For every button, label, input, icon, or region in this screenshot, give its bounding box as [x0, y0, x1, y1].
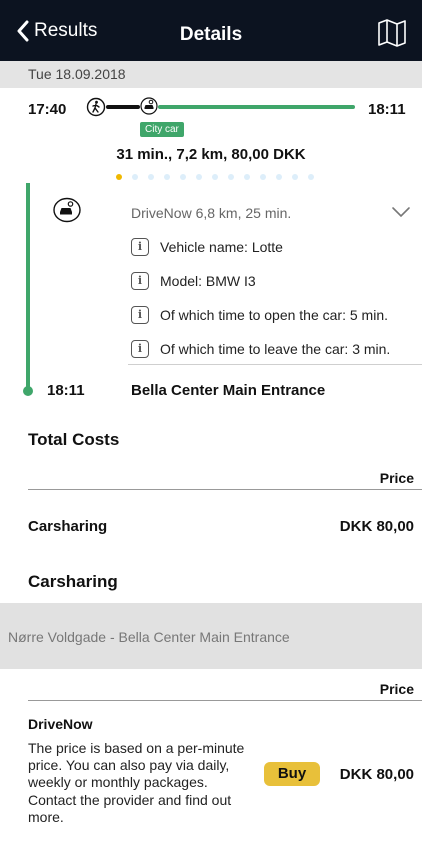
detail-row: i Of which time to leave the car: 3 min.: [131, 340, 390, 358]
route-line: [26, 183, 30, 389]
page-title: Details: [179, 24, 243, 45]
end-time: 18:11: [368, 101, 406, 118]
page-dot[interactable]: [276, 174, 282, 180]
trip-summary-text: 31 min., 7,2 km, 80,00 DKK: [116, 146, 306, 163]
price-header: Price: [379, 681, 414, 697]
provider-description: The price is based on a per-minute price…: [28, 740, 245, 825]
walk-segment: [106, 105, 140, 109]
arrival-time: 18:11: [47, 382, 85, 399]
detail-text: Of which time to open the car: 5 min.: [160, 307, 388, 323]
page-dot[interactable]: [132, 174, 138, 180]
buy-button[interactable]: Buy: [264, 762, 320, 786]
info-icon: i: [131, 340, 149, 358]
page-dot[interactable]: [196, 174, 202, 180]
carsharing-route-bar: Nørre Voldgade - Bella Center Main Entra…: [0, 603, 422, 669]
page-dot[interactable]: [148, 174, 154, 180]
leg-title: DriveNow 6,8 km, 25 min.: [131, 205, 292, 221]
price-header: Price: [379, 470, 414, 486]
car-icon: [140, 97, 158, 115]
cost-label: Carsharing: [28, 518, 108, 535]
total-costs-section: Total Costs Price Carsharing DKK 80,00 C…: [0, 408, 422, 603]
trip-summary[interactable]: 17:40 18:11 City car 31 min., 7,2 km, 80…: [0, 88, 422, 183]
page-dot[interactable]: [308, 174, 314, 180]
car-icon: [53, 197, 81, 223]
car-segment: [158, 105, 355, 109]
info-icon: i: [131, 238, 149, 256]
detail-row: i Model: BMW I3: [131, 272, 256, 290]
nav-bar: Results Details: [0, 0, 422, 61]
mode-chip: City car: [140, 122, 184, 137]
page-dot[interactable]: [164, 174, 170, 180]
date-bar: Tue 18.09.2018: [0, 61, 422, 88]
cost-price: DKK 80,00: [339, 518, 414, 535]
detail-text: Vehicle name: Lotte: [160, 239, 283, 255]
info-icon: i: [131, 306, 149, 324]
carsharing-route: Nørre Voldgade - Bella Center Main Entra…: [8, 629, 290, 645]
leg-details: DriveNow 6,8 km, 25 min. i Vehicle name:…: [0, 183, 422, 408]
divider: [28, 700, 422, 701]
page-dot[interactable]: [116, 174, 122, 180]
detail-row: i Vehicle name: Lotte: [131, 238, 283, 256]
total-costs-heading: Total Costs: [28, 430, 120, 449]
provider-section: Price DriveNow The price is based on a p…: [0, 669, 422, 847]
page-dot[interactable]: [244, 174, 250, 180]
page-dot[interactable]: [212, 174, 218, 180]
page-dot[interactable]: [228, 174, 234, 180]
provider-name: DriveNow: [28, 716, 93, 732]
trip-date: Tue 18.09.2018: [28, 66, 126, 82]
info-icon: i: [131, 272, 149, 290]
chevron-down-icon[interactable]: [391, 206, 411, 218]
detail-text: Model: BMW I3: [160, 273, 256, 289]
divider: [28, 489, 422, 490]
page-dot[interactable]: [180, 174, 186, 180]
page-indicator[interactable]: [116, 174, 314, 180]
start-time: 17:40: [28, 101, 67, 118]
detail-text: Of which time to leave the car: 3 min.: [160, 341, 391, 357]
detail-row: i Of which time to open the car: 5 min.: [131, 306, 388, 324]
page-dot[interactable]: [292, 174, 298, 180]
carsharing-heading: Carsharing: [28, 572, 118, 591]
divider: [128, 364, 422, 365]
arrival-dot: [23, 386, 33, 396]
map-icon[interactable]: [377, 19, 407, 47]
arrival-place: Bella Center Main Entrance: [131, 382, 326, 399]
walk-icon: [86, 97, 106, 117]
provider-price: DKK 80,00: [339, 766, 414, 783]
page-dot[interactable]: [260, 174, 266, 180]
